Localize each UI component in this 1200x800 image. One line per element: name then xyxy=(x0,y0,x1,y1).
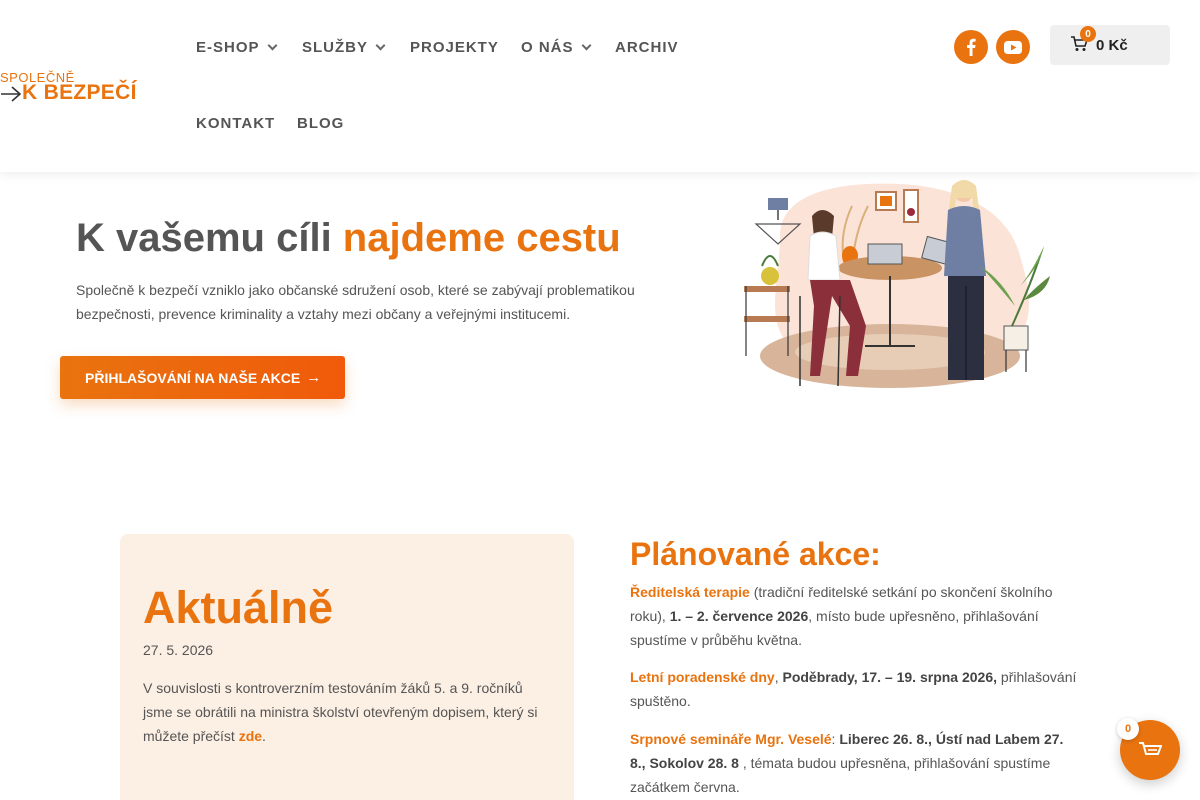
events-signup-button[interactable]: PŘIHLAŠOVÁNÍ NA NAŠE AKCE → xyxy=(60,356,345,399)
facebook-icon xyxy=(967,38,976,56)
planned-events-title: Plánované akce: xyxy=(630,536,881,572)
nav-eshop[interactable]: E-SHOP xyxy=(196,39,277,56)
event-name-link[interactable]: Srpnové semináře Mgr. Veselé xyxy=(630,731,832,747)
event-name-link[interactable]: Ředitelská terapie xyxy=(630,584,750,600)
youtube-icon xyxy=(1004,40,1022,54)
nav-onas-label: O NÁS xyxy=(521,39,574,56)
news-read-link[interactable]: zde xyxy=(239,728,262,744)
news-title: Aktuálně xyxy=(143,582,334,633)
hero-title: K vašemu cíli najdeme cestu xyxy=(76,216,621,261)
cart-total: 0 Kč xyxy=(1096,37,1128,54)
nav-kontakt-label: KONTAKT xyxy=(196,115,276,132)
nav-archiv[interactable]: ARCHIV xyxy=(615,39,679,56)
news-text: V souvislosti s kontroverzním testováním… xyxy=(143,676,553,748)
planned-event: Ředitelská terapie (tradiční ředitelské … xyxy=(630,580,1080,652)
nav-blog-label: BLOG xyxy=(297,115,345,132)
event-date: Poděbrady, 17. – 19. srpna 2026, xyxy=(782,669,998,685)
hero-title-plain: K vašemu cíli xyxy=(76,216,343,260)
news-card: Aktuálně 27. 5. 2026 V souvislosti s kon… xyxy=(120,534,574,800)
logo-arrow-icon xyxy=(1,86,22,102)
cart-icon xyxy=(1139,742,1162,755)
site-logo[interactable]: SPOLEČNĚ K BEZPEČÍ xyxy=(0,70,140,110)
hero-text: Společně k bezpečí vzniklo jako občanské… xyxy=(76,282,635,322)
hero-title-accent: najdeme cestu xyxy=(342,216,621,260)
arrow-right-icon: → xyxy=(306,369,322,386)
facebook-link[interactable] xyxy=(954,30,988,64)
chevron-down-icon xyxy=(375,40,386,51)
nav-eshop-label: E-SHOP xyxy=(196,39,260,56)
events-signup-label: PŘIHLAŠOVÁNÍ NA NAŠE AKCE xyxy=(85,369,301,386)
nav-blog[interactable]: BLOG xyxy=(297,115,344,132)
news-suffix: . xyxy=(262,728,266,744)
hero-illustration xyxy=(744,180,1050,388)
planned-event: Srpnové semináře Mgr. Veselé: Liberec 26… xyxy=(630,727,1080,799)
site-header: SPOLEČNĚ K BEZPEČÍ E-SHOP SLUŽBY PROJEKT… xyxy=(0,0,1200,172)
event-name-link[interactable]: Letní poradenské dny xyxy=(630,669,775,685)
nav-kontakt[interactable]: KONTAKT xyxy=(196,115,275,132)
youtube-link[interactable] xyxy=(996,30,1030,64)
nav-archiv-label: ARCHIV xyxy=(615,39,679,56)
logo-line2: K BEZPEČÍ xyxy=(22,81,137,104)
chevron-down-icon xyxy=(267,40,277,51)
news-date: 27. 5. 2026 xyxy=(143,642,214,658)
floating-cart-count: 0 xyxy=(1117,718,1139,740)
cart-count-badge: 0 xyxy=(1080,26,1096,42)
nav-projekty[interactable]: PROJEKTY xyxy=(410,39,499,56)
chevron-down-icon xyxy=(581,40,591,51)
planned-event: Letní poradenské dny, Poděbrady, 17. – 1… xyxy=(630,665,1080,713)
header-cart[interactable]: 0 0 Kč xyxy=(1050,25,1170,65)
event-date: 1. – 2. července 2026 xyxy=(669,608,809,624)
nav-projekty-label: PROJEKTY xyxy=(410,39,499,56)
nav-onas[interactable]: O NÁS xyxy=(521,39,591,56)
news-body: V souvislosti s kontroverzním testováním… xyxy=(143,680,538,744)
nav-sluzby-label: SLUŽBY xyxy=(302,39,368,56)
nav-sluzby[interactable]: SLUŽBY xyxy=(302,39,386,56)
